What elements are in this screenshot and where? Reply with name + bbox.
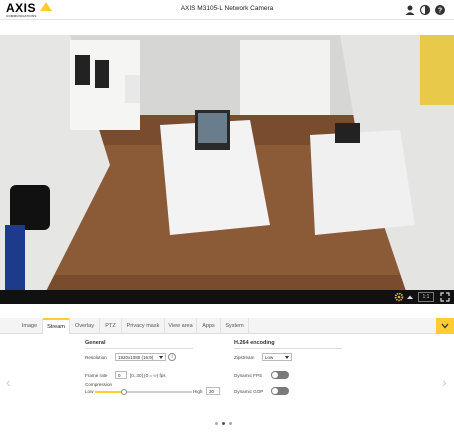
tab-stream[interactable]: Stream (43, 318, 70, 334)
frame-rate-hint: [0..30] (0 = ∞) fps (130, 373, 166, 378)
tab-overlay[interactable]: Overlay (70, 318, 100, 334)
compression-slider[interactable] (95, 389, 192, 395)
settings-tabs: Image Stream Overlay PTZ Privacy mask Vi… (0, 318, 454, 334)
tab-view-area[interactable]: View area (165, 318, 197, 334)
compression-slider-fill (95, 391, 125, 393)
fullscreen-icon[interactable] (440, 292, 450, 302)
compression-label: Compression (85, 382, 113, 387)
chevron-down-icon (285, 356, 289, 359)
frame-rate-label: Frame rate (85, 373, 108, 378)
camera-view-image (0, 35, 454, 303)
contrast-icon[interactable] (419, 4, 431, 16)
next-page-arrow-icon[interactable]: › (442, 374, 447, 390)
zipstream-label: Zipstream (234, 355, 255, 360)
frame-rate-input[interactable]: 0 (115, 371, 127, 379)
camera-title: AXIS M3105-L Network Camera (180, 5, 274, 12)
dynamic-gop-label: Dynamic GOP (234, 389, 264, 394)
h264-divider (234, 348, 342, 349)
resolution-value: 1920x1080 (16:9) (118, 355, 154, 360)
live-video[interactable] (0, 35, 454, 303)
resolution-select[interactable]: 1920x1080 (16:9) (115, 353, 166, 361)
prev-page-arrow-icon[interactable]: ‹ (6, 374, 11, 390)
h264-section-title: H.264 encoding (234, 340, 275, 346)
dynamic-fps-label: Dynamic FPS (234, 373, 263, 378)
stream-settings-panel (0, 334, 454, 432)
tab-ptz[interactable]: PTZ (100, 318, 122, 334)
tab-image[interactable]: Image (17, 318, 43, 334)
pager-dots (213, 422, 243, 428)
settings-icon[interactable] (394, 292, 404, 302)
dynamic-fps-toggle[interactable] (271, 371, 289, 379)
general-divider (85, 348, 193, 349)
top-header: AXIS COMMUNICATIONS AXIS M3105-L Network… (0, 0, 454, 20)
chevron-up-icon[interactable] (406, 292, 414, 302)
zipstream-select[interactable]: Low (262, 353, 292, 361)
zoom-ratio-button[interactable]: 1:1 (418, 292, 434, 302)
user-icon[interactable] (404, 4, 416, 16)
chevron-down-icon (441, 323, 449, 329)
collapse-panel-button[interactable] (436, 318, 454, 334)
video-controls-bar: 1:1 (0, 290, 454, 304)
info-icon[interactable]: i (168, 353, 176, 361)
toggle-knob (272, 372, 278, 378)
general-section-title: General (85, 340, 106, 346)
dynamic-gop-toggle[interactable] (271, 387, 289, 395)
svg-text:?: ? (438, 8, 442, 15)
pager-dot[interactable] (229, 422, 232, 425)
tab-privacy-mask[interactable]: Privacy mask (122, 318, 165, 334)
tab-apps[interactable]: Apps (197, 318, 221, 334)
tab-system[interactable]: System (221, 318, 249, 334)
help-icon[interactable]: ? (434, 4, 446, 16)
chevron-down-icon (159, 356, 163, 359)
resolution-label: Resolution (85, 355, 107, 360)
pager-dot[interactable] (222, 422, 225, 425)
compression-low-label: Low (85, 389, 94, 394)
compression-input[interactable]: 30 (206, 387, 220, 395)
pager-dot[interactable] (215, 422, 218, 425)
toggle-knob (272, 388, 278, 394)
brand-tagline: COMMUNICATIONS (6, 14, 37, 18)
compression-high-label: High (193, 389, 203, 394)
zipstream-value: Low (265, 355, 274, 360)
